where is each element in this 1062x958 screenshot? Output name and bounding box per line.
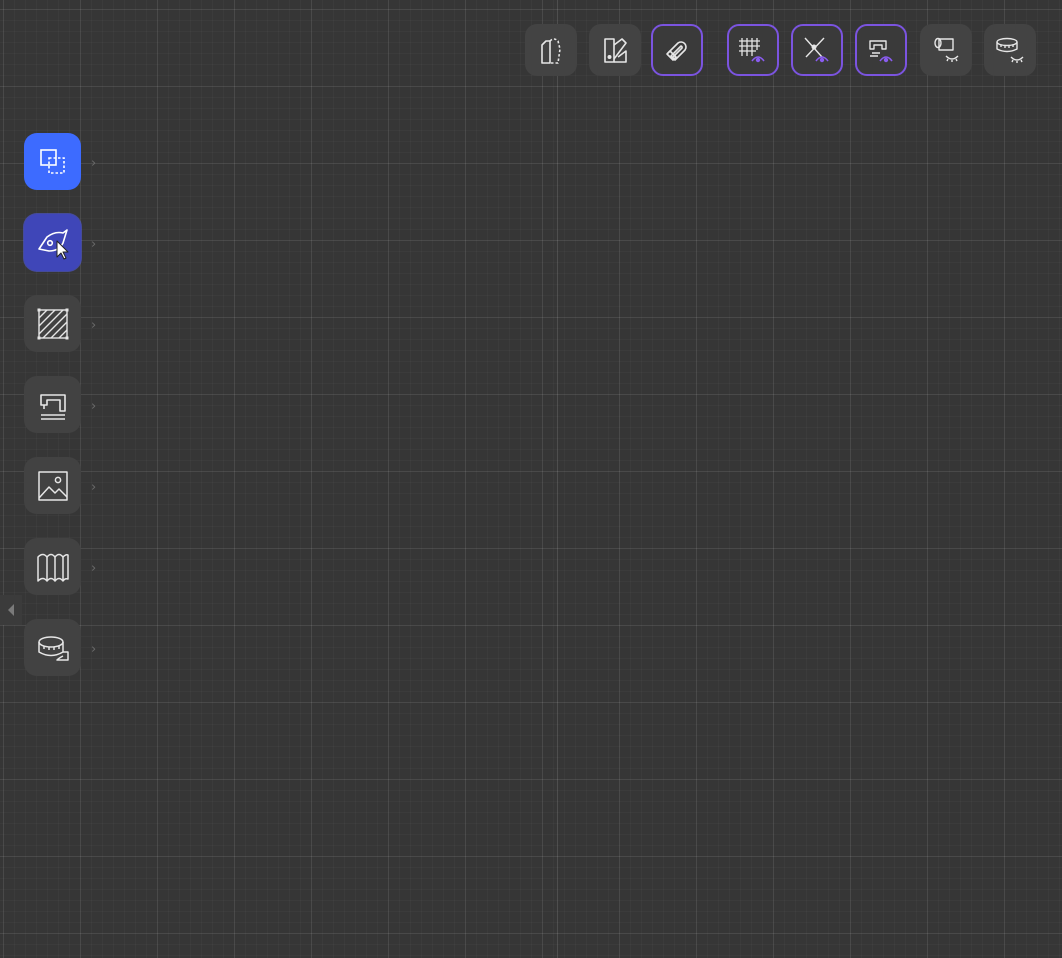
color-swatch-button[interactable] bbox=[589, 24, 641, 76]
color-swatch-icon bbox=[604, 38, 627, 63]
hatch-fill-tool[interactable] bbox=[24, 295, 81, 352]
select-tool-expand-chevron[interactable]: › bbox=[91, 157, 101, 171]
fabric-hidden-icon bbox=[934, 37, 959, 62]
image-tool-expand-chevron[interactable]: › bbox=[91, 481, 101, 495]
sewing-machine-icon bbox=[39, 393, 66, 420]
measure-hidden-icon bbox=[996, 37, 1024, 63]
grid-visibility-toggle[interactable] bbox=[727, 24, 779, 76]
measure-tool[interactable] bbox=[24, 619, 81, 676]
grid-visibility-icon bbox=[739, 38, 765, 63]
tape-measure-icon bbox=[37, 635, 69, 661]
image-icon bbox=[37, 470, 68, 501]
points-visibility-icon bbox=[804, 37, 829, 63]
caret-left-icon bbox=[8, 604, 14, 616]
select-transform-tool[interactable] bbox=[24, 133, 81, 190]
magnet-snap-icon bbox=[666, 41, 687, 61]
layout-map-tool[interactable] bbox=[24, 538, 81, 595]
pen-tool[interactable] bbox=[24, 214, 81, 271]
pattern-piece-icon bbox=[541, 38, 561, 64]
pen-tool-icon bbox=[37, 228, 68, 259]
left-toolbar-collapse-button[interactable] bbox=[0, 595, 22, 625]
select-transform-icon bbox=[39, 148, 65, 174]
hatch-fill-icon bbox=[37, 308, 68, 339]
canvas-center-axis bbox=[557, 0, 558, 958]
image-tool[interactable] bbox=[24, 457, 81, 514]
map-fold-icon bbox=[36, 553, 69, 582]
sewing-tool-expand-chevron[interactable]: › bbox=[91, 400, 101, 414]
sewing-visibility-icon bbox=[869, 40, 893, 63]
pattern-piece-button[interactable] bbox=[525, 24, 577, 76]
points-visibility-toggle[interactable] bbox=[791, 24, 843, 76]
hatch-tool-expand-chevron[interactable]: › bbox=[91, 319, 101, 333]
map-tool-expand-chevron[interactable]: › bbox=[91, 562, 101, 576]
pen-tool-expand-chevron[interactable]: › bbox=[91, 238, 101, 252]
measure-tool-expand-chevron[interactable]: › bbox=[91, 643, 101, 657]
sewing-tool[interactable] bbox=[24, 376, 81, 433]
magnet-snap-toggle[interactable] bbox=[651, 24, 703, 76]
sewing-visibility-toggle[interactable] bbox=[855, 24, 907, 76]
drawing-canvas[interactable] bbox=[0, 0, 1062, 958]
measure-visibility-toggle[interactable] bbox=[984, 24, 1036, 76]
fabric-visibility-toggle[interactable] bbox=[920, 24, 972, 76]
